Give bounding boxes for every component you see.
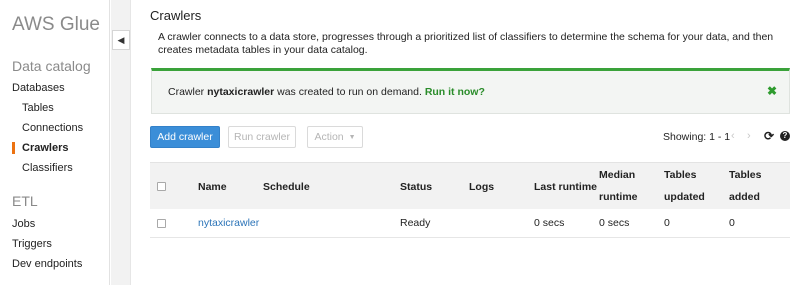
success-flash-banner: Crawler nytaxicrawler was created to run…: [151, 68, 790, 114]
sidebar-item-jobs[interactable]: Jobs: [12, 218, 35, 230]
run-crawler-button[interactable]: Run crawler: [228, 126, 296, 148]
chevron-right-icon[interactable]: ›: [747, 130, 751, 142]
triangle-left-icon: ◀: [117, 34, 125, 45]
sidebar-item-crawlers[interactable]: Crawlers: [22, 142, 68, 154]
active-indicator: [12, 142, 15, 154]
caret-down-icon: ▼: [348, 133, 356, 141]
add-crawler-button[interactable]: Add crawler: [150, 126, 220, 148]
column-header-name[interactable]: Name: [198, 176, 227, 198]
flash-crawler-name: nytaxicrawler: [207, 86, 275, 98]
select-all-checkbox[interactable]: [157, 182, 166, 191]
tables-added-line-2: added: [729, 191, 760, 203]
sidebar-item-triggers[interactable]: Triggers: [12, 238, 52, 250]
tables-added-line-1: Tables: [729, 169, 762, 181]
flash-message: Crawler nytaxicrawler was created to run…: [168, 86, 485, 98]
median-line-1: Median: [599, 169, 636, 181]
table-row[interactable]: nytaxicrawler Ready 0 secs 0 secs 0 0: [150, 209, 790, 238]
section-title-etl: ETL: [12, 193, 38, 209]
collapse-sidebar-button[interactable]: ◀: [112, 30, 130, 50]
flash-prefix: Crawler: [168, 86, 208, 98]
action-label: Action: [314, 131, 344, 143]
sidebar-item-dev-endpoints[interactable]: Dev endpoints: [12, 258, 82, 270]
cell-median-runtime: 0 secs: [599, 217, 630, 229]
tables-updated-line-1: Tables: [664, 169, 697, 181]
cell-tables-updated: 0: [664, 217, 670, 229]
row-checkbox[interactable]: [157, 219, 166, 228]
close-icon[interactable]: ✖: [767, 84, 777, 98]
column-header-median-runtime[interactable]: Median runtime: [599, 164, 638, 208]
sidebar-item-connections[interactable]: Connections: [22, 122, 83, 134]
sidebar: AWS Glue Data catalog Databases Tables C…: [0, 0, 110, 285]
column-header-status[interactable]: Status: [400, 176, 432, 198]
action-dropdown[interactable]: Action ▼: [307, 126, 363, 148]
column-header-last-runtime[interactable]: Last runtime: [534, 176, 597, 198]
flash-suffix: was created to run on demand.: [274, 86, 422, 98]
column-header-tables-updated[interactable]: Tables updated: [664, 164, 705, 208]
column-header-schedule[interactable]: Schedule: [263, 176, 310, 198]
table-header: Name Schedule Status Logs Last runtime M…: [150, 162, 790, 209]
median-line-2: runtime: [599, 191, 638, 203]
tables-updated-line-2: updated: [664, 191, 705, 203]
chevron-left-icon[interactable]: ‹: [731, 130, 735, 142]
cell-tables-added: 0: [729, 217, 735, 229]
page-title: Crawlers: [150, 8, 202, 23]
sidebar-item-classifiers[interactable]: Classifiers: [22, 162, 73, 174]
column-header-tables-added[interactable]: Tables added: [729, 164, 761, 208]
sidebar-item-databases[interactable]: Databases: [12, 82, 65, 94]
run-it-now-link[interactable]: Run it now?: [425, 86, 485, 98]
cell-status: Ready: [400, 217, 431, 229]
crawler-name-link[interactable]: nytaxicrawler: [198, 217, 259, 229]
section-title-data-catalog: Data catalog: [12, 58, 91, 74]
brand-title: AWS Glue: [12, 14, 100, 35]
cell-last-runtime: 0 secs: [534, 217, 565, 229]
pagination-showing: Showing: 1 - 1: [663, 131, 731, 143]
refresh-icon[interactable]: ⟳: [764, 129, 774, 143]
sidebar-item-tables[interactable]: Tables: [22, 102, 54, 114]
main-content: Crawlers A crawler connects to a data st…: [131, 0, 800, 285]
help-icon[interactable]: ?: [780, 131, 790, 141]
column-header-logs[interactable]: Logs: [469, 176, 494, 198]
page-description: A crawler connects to a data store, prog…: [158, 31, 774, 56]
